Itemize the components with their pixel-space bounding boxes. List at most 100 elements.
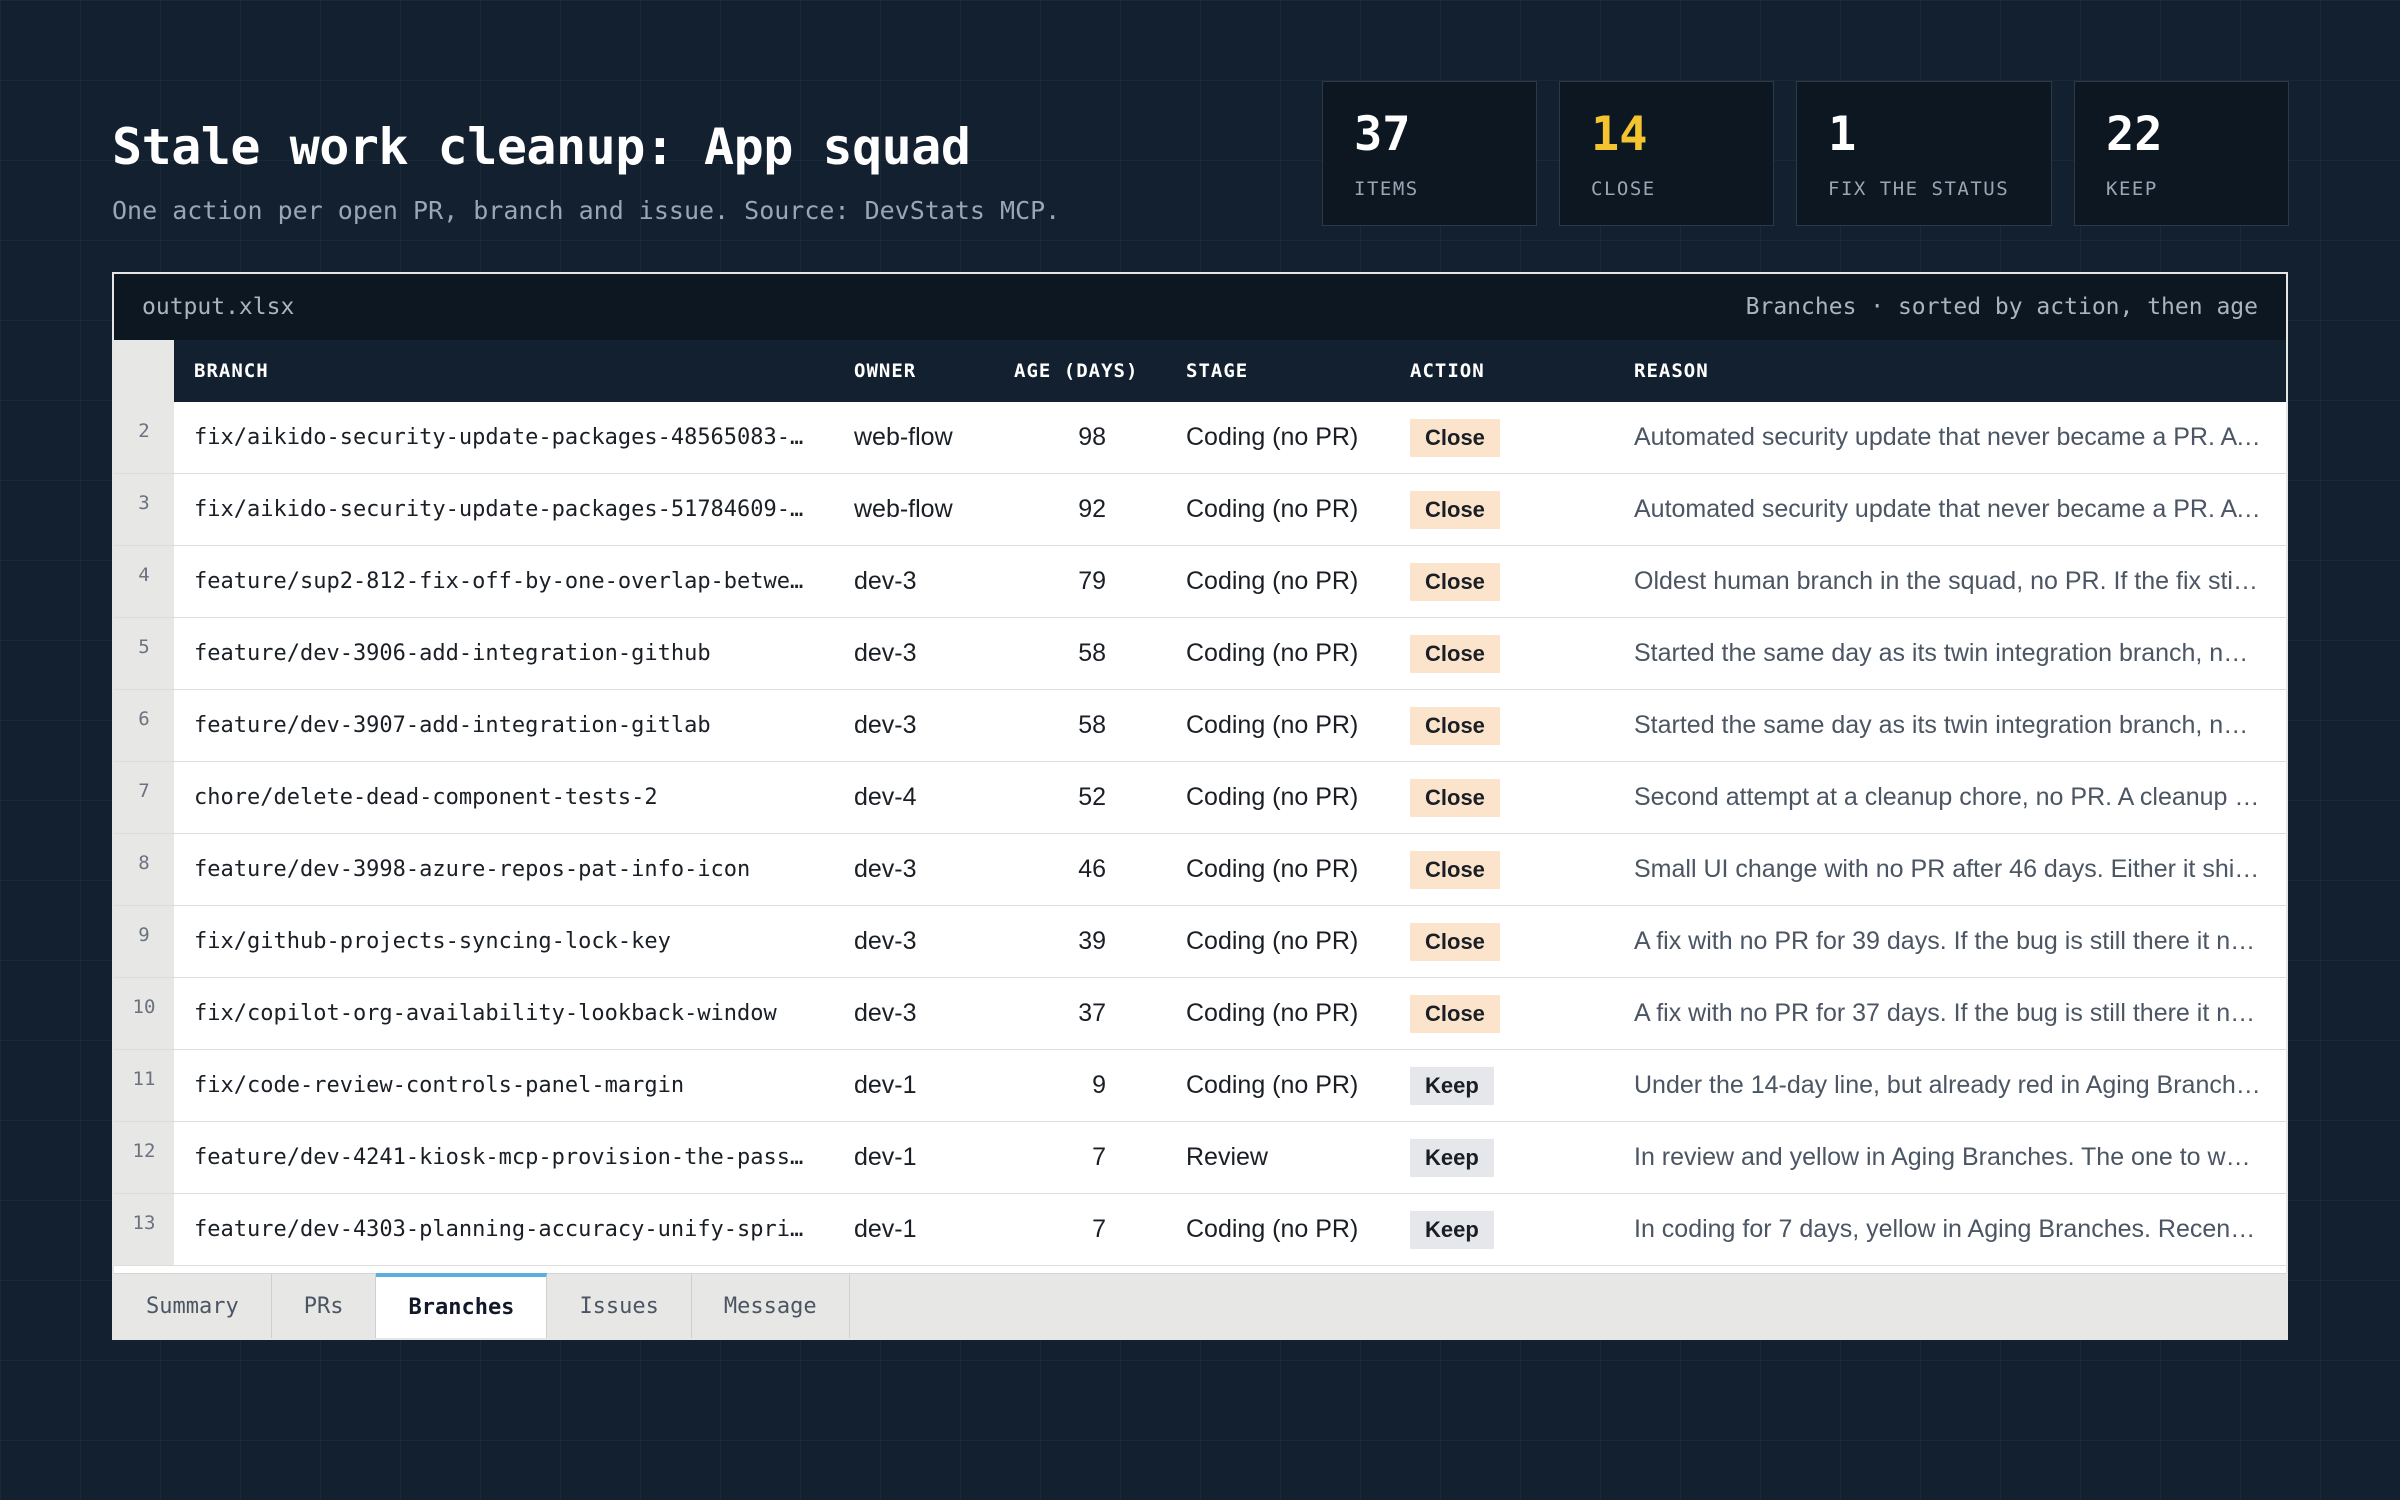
cell-owner[interactable]: dev-1 [834, 1193, 994, 1266]
cell-branch[interactable]: feature/dev-3998-azure-repos-pat-info-ic… [174, 833, 834, 906]
cell-reason[interactable]: Second attempt at a cleanup chore, no PR… [1614, 761, 2286, 834]
column-header-stage[interactable]: STAGE [1166, 340, 1390, 402]
table-row[interactable]: 13 feature/dev-4303-planning-accuracy-uni… [114, 1193, 2286, 1266]
cell-reason[interactable]: Started the same day as its twin integra… [1614, 617, 2286, 690]
row-number[interactable]: 10 [114, 977, 174, 1050]
cell-owner[interactable]: web-flow [834, 402, 994, 474]
cell-branch[interactable]: fix/copilot-org-availability-lookback-wi… [174, 977, 834, 1050]
cell-branch[interactable]: feature/dev-3907-add-integration-gitlab [174, 689, 834, 762]
cell-age[interactable]: 7 [994, 1193, 1166, 1266]
table-row[interactable]: 9 fix/github-projects-syncing-lock-key dev… [114, 905, 2286, 978]
cell-stage[interactable]: Coding (no PR) [1166, 617, 1390, 690]
row-number[interactable]: 6 [114, 689, 174, 762]
cell-reason[interactable]: In coding for 7 days, yellow in Aging Br… [1614, 1193, 2286, 1266]
cell-age[interactable]: 58 [994, 617, 1166, 690]
tab-prs[interactable]: PRs [272, 1274, 377, 1338]
tab-summary[interactable]: Summary [114, 1274, 272, 1338]
column-header-branch[interactable]: BRANCH [174, 340, 834, 402]
cell-stage[interactable]: Coding (no PR) [1166, 545, 1390, 618]
table-row[interactable]: 3 fix/aikido-security-update-packages-517… [114, 473, 2286, 546]
cell-age[interactable]: 98 [994, 402, 1166, 474]
cell-age[interactable]: 39 [994, 905, 1166, 978]
cell-age[interactable]: 7 [994, 1121, 1166, 1194]
cell-stage[interactable]: Coding (no PR) [1166, 689, 1390, 762]
tab-branches[interactable]: Branches [376, 1273, 548, 1338]
row-number[interactable]: 3 [114, 473, 174, 546]
cell-reason[interactable]: Oldest human branch in the squad, no PR.… [1614, 545, 2286, 618]
cell-stage[interactable]: Coding (no PR) [1166, 977, 1390, 1050]
row-number[interactable]: 9 [114, 905, 174, 978]
cell-branch[interactable]: fix/code-review-controls-panel-margin [174, 1049, 834, 1122]
cell-owner[interactable]: dev-3 [834, 977, 994, 1050]
column-header-age[interactable]: AGE (DAYS) [994, 340, 1166, 402]
cell-age[interactable]: 52 [994, 761, 1166, 834]
cell-stage[interactable]: Coding (no PR) [1166, 1193, 1390, 1266]
cell-reason[interactable]: Automated security update that never bec… [1614, 402, 2286, 474]
row-number[interactable]: 13 [114, 1193, 174, 1266]
row-number[interactable]: 5 [114, 617, 174, 690]
tab-issues[interactable]: Issues [547, 1274, 692, 1338]
cell-owner[interactable]: dev-3 [834, 545, 994, 618]
tab-message[interactable]: Message [692, 1274, 850, 1338]
cell-action[interactable]: Close [1390, 545, 1614, 618]
cell-action[interactable]: Close [1390, 761, 1614, 834]
row-number[interactable]: 7 [114, 761, 174, 834]
cell-reason[interactable]: In review and yellow in Aging Branches. … [1614, 1121, 2286, 1194]
cell-reason[interactable]: A fix with no PR for 39 days. If the bug… [1614, 905, 2286, 978]
cell-action[interactable]: Close [1390, 833, 1614, 906]
column-header-action[interactable]: ACTION [1390, 340, 1614, 402]
table-row[interactable]: 7 chore/delete-dead-component-tests-2 dev-… [114, 761, 2286, 834]
corner-cell[interactable] [114, 340, 174, 402]
table-row[interactable]: 2 fix/aikido-security-update-packages-485… [114, 402, 2286, 474]
cell-owner[interactable]: dev-4 [834, 761, 994, 834]
cell-action[interactable]: Close [1390, 977, 1614, 1050]
cell-stage[interactable]: Coding (no PR) [1166, 833, 1390, 906]
cell-reason[interactable]: Under the 14-day line, but already red i… [1614, 1049, 2286, 1122]
cell-branch[interactable]: chore/delete-dead-component-tests-2 [174, 761, 834, 834]
cell-stage[interactable]: Coding (no PR) [1166, 1049, 1390, 1122]
cell-age[interactable]: 79 [994, 545, 1166, 618]
table-row[interactable]: 12 feature/dev-4241-kiosk-mcp-provision-t… [114, 1121, 2286, 1194]
cell-stage[interactable]: Coding (no PR) [1166, 402, 1390, 474]
cell-reason[interactable]: Automated security update that never bec… [1614, 473, 2286, 546]
column-header-owner[interactable]: OWNER [834, 340, 994, 402]
cell-action[interactable]: Close [1390, 689, 1614, 762]
cell-owner[interactable]: dev-3 [834, 833, 994, 906]
cell-age[interactable]: 92 [994, 473, 1166, 546]
cell-branch[interactable]: feature/dev-4303-planning-accuracy-unify… [174, 1193, 834, 1266]
column-header-reason[interactable]: REASON [1614, 340, 2286, 402]
table-row[interactable]: 4 feature/sup2-812-fix-off-by-one-overlap… [114, 545, 2286, 618]
cell-action[interactable]: Keep [1390, 1193, 1614, 1266]
cell-reason[interactable]: Small UI change with no PR after 46 days… [1614, 833, 2286, 906]
cell-reason[interactable]: A fix with no PR for 37 days. If the bug… [1614, 977, 2286, 1050]
cell-action[interactable]: Close [1390, 402, 1614, 474]
cell-age[interactable]: 9 [994, 1049, 1166, 1122]
row-number[interactable]: 4 [114, 545, 174, 618]
cell-owner[interactable]: web-flow [834, 473, 994, 546]
cell-owner[interactable]: dev-3 [834, 905, 994, 978]
table-row[interactable]: 6 feature/dev-3907-add-integration-gitlab… [114, 689, 2286, 762]
cell-age[interactable]: 46 [994, 833, 1166, 906]
cell-branch[interactable]: fix/github-projects-syncing-lock-key [174, 905, 834, 978]
row-number[interactable]: 11 [114, 1049, 174, 1122]
cell-owner[interactable]: dev-1 [834, 1049, 994, 1122]
row-number[interactable]: 8 [114, 833, 174, 906]
cell-age[interactable]: 58 [994, 689, 1166, 762]
cell-stage[interactable]: Coding (no PR) [1166, 905, 1390, 978]
cell-action[interactable]: Close [1390, 617, 1614, 690]
cell-branch[interactable]: feature/dev-3906-add-integration-github [174, 617, 834, 690]
table-row[interactable]: 8 feature/dev-3998-azure-repos-pat-info-i… [114, 833, 2286, 906]
cell-owner[interactable]: dev-3 [834, 689, 994, 762]
cell-action[interactable]: Close [1390, 905, 1614, 978]
cell-owner[interactable]: dev-1 [834, 1121, 994, 1194]
cell-owner[interactable]: dev-3 [834, 617, 994, 690]
cell-age[interactable]: 37 [994, 977, 1166, 1050]
table-row[interactable]: 10 fix/copilot-org-availability-lookback-… [114, 977, 2286, 1050]
cell-branch[interactable]: feature/dev-4241-kiosk-mcp-provision-the… [174, 1121, 834, 1194]
cell-stage[interactable]: Coding (no PR) [1166, 473, 1390, 546]
cell-branch[interactable]: feature/sup2-812-fix-off-by-one-overlap-… [174, 545, 834, 618]
cell-action[interactable]: Keep [1390, 1121, 1614, 1194]
table-row[interactable]: 5 feature/dev-3906-add-integration-github… [114, 617, 2286, 690]
row-number[interactable]: 2 [114, 402, 174, 474]
cell-action[interactable]: Close [1390, 473, 1614, 546]
